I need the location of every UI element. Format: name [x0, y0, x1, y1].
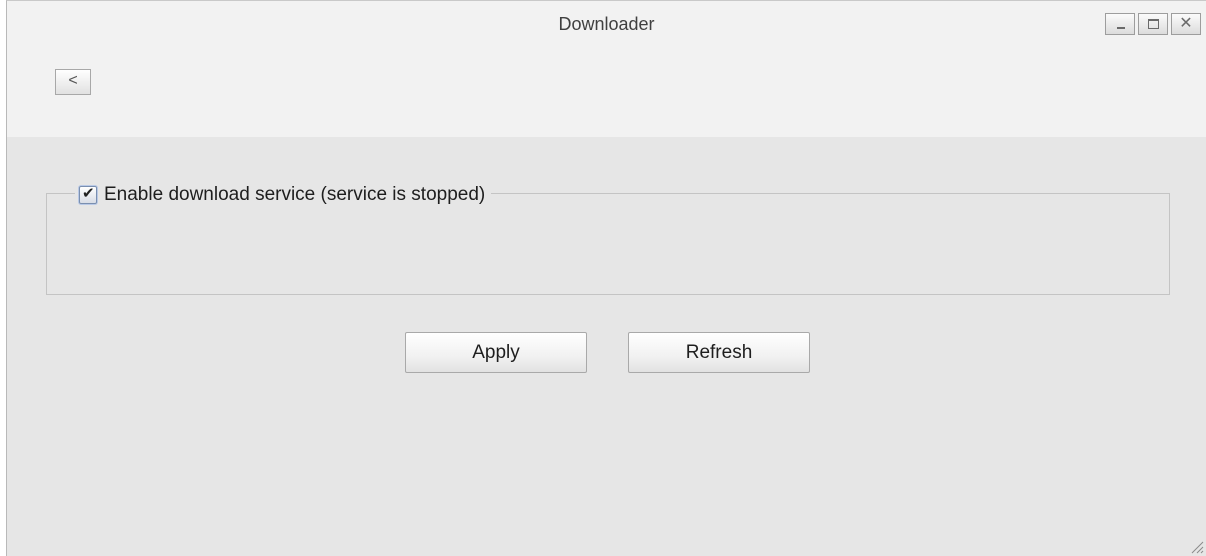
enable-service-checkbox[interactable]: ✔ [79, 185, 97, 204]
close-icon: ✕ [1179, 15, 1193, 32]
checkmark-icon: ✔ [82, 185, 95, 202]
service-toggle[interactable]: ✔ Enable download service (service is st… [75, 181, 492, 209]
apply-button[interactable]: Apply [405, 332, 587, 373]
title-bar: Downloader ✕ < [7, 1, 1206, 137]
refresh-button[interactable]: Refresh [628, 332, 810, 373]
maximize-icon [1148, 19, 1159, 29]
maximize-button[interactable] [1138, 13, 1168, 35]
window-controls: ✕ [1105, 13, 1201, 35]
minimize-button[interactable] [1105, 13, 1135, 35]
close-button[interactable]: ✕ [1171, 13, 1201, 35]
downloader-window: Downloader ✕ < ✔ Enable download service… [6, 0, 1206, 556]
enable-service-label[interactable]: Enable download service (service is stop… [104, 184, 485, 206]
minimize-icon [1117, 27, 1125, 29]
window-title: Downloader [558, 14, 655, 34]
back-button[interactable]: < [55, 69, 91, 95]
resize-grip-icon[interactable] [1188, 538, 1204, 554]
